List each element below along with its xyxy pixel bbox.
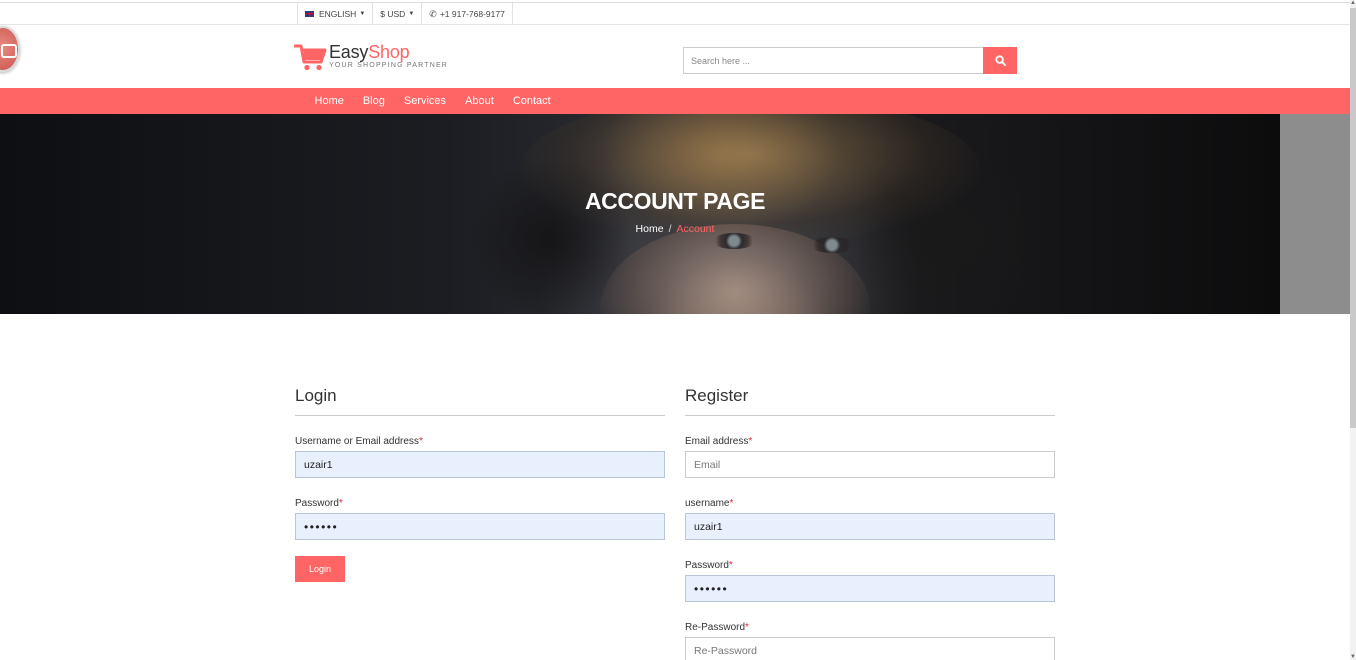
currency-label: $ USD <box>380 9 406 19</box>
currency-dropdown[interactable]: $ USD ▼ <box>373 3 423 25</box>
nav-item-home[interactable]: Home <box>305 88 353 114</box>
register-username-input[interactable] <box>685 513 1055 540</box>
nav-items: Home Blog Services About Contact <box>305 88 560 114</box>
phone-number: +1 917-768-9177 <box>439 9 505 19</box>
hero-side-strip <box>1280 114 1350 314</box>
search-input[interactable] <box>683 47 983 74</box>
language-label: ENGLISH <box>319 9 357 19</box>
register-heading: Register <box>685 386 1055 416</box>
register-username-label: username* <box>685 498 734 509</box>
logo-tagline: YOUR SHOPPING PARTNER <box>329 62 449 69</box>
breadcrumb-current: Account <box>676 223 715 235</box>
register-repassword-input[interactable] <box>685 637 1055 660</box>
page-scrollbar[interactable]: ▲ ▼ <box>1350 0 1356 660</box>
phone-link[interactable]: ✆ +1 917-768-9177 <box>422 3 513 25</box>
nav-item-services[interactable]: Services <box>394 88 455 114</box>
caret-down-icon: ▼ <box>359 11 366 17</box>
login-heading: Login <box>295 386 665 416</box>
hero-image-eye-right <box>810 237 854 253</box>
register-email-label: Email address* <box>685 436 753 447</box>
nav-item-contact[interactable]: Contact <box>503 88 560 114</box>
phone-icon: ✆ <box>429 8 437 19</box>
login-password-input[interactable] <box>295 513 665 540</box>
main-nav: Home Blog Services About Contact <box>0 88 1350 114</box>
register-password-label: Password* <box>685 560 733 571</box>
nav-item-blog[interactable]: Blog <box>353 88 394 114</box>
hero-image-eye-left <box>712 233 756 249</box>
scrollbar-thumb[interactable] <box>1350 8 1356 428</box>
login-username-label: Username or Email address* <box>295 436 423 447</box>
top-bar-items: ENGLISH ▼ $ USD ▼ ✆ +1 917-768-9177 <box>297 3 513 25</box>
logo-title: EasyShop <box>329 42 410 62</box>
search-button[interactable] <box>983 47 1017 74</box>
register-repassword-label: Re-Password* <box>685 622 749 633</box>
scroll-up-arrow-icon[interactable]: ▲ <box>1350 0 1356 6</box>
logo-text: EasyShop YOUR SHOPPING PARTNER <box>329 42 448 69</box>
register-form: Register Email address* username* Passwo… <box>685 386 1055 660</box>
login-username-input[interactable] <box>295 451 665 478</box>
login-button[interactable]: Login <box>295 556 345 582</box>
language-dropdown[interactable]: ENGLISH ▼ <box>297 3 374 25</box>
login-form: Login Username or Email address* Passwor… <box>295 386 665 582</box>
hero-banner: ACCOUNT PAGE Home / Account <box>0 114 1280 314</box>
breadcrumb-separator: / <box>668 223 672 235</box>
search-bar <box>683 47 1017 74</box>
login-password-label: Password* <box>295 498 343 509</box>
register-email-input[interactable] <box>685 451 1055 478</box>
shopping-cart-icon <box>293 42 328 72</box>
caret-down-icon: ▼ <box>408 11 415 17</box>
page-title: ACCOUNT PAGE <box>584 188 766 214</box>
scroll-down-arrow-icon[interactable]: ▼ <box>1350 654 1356 660</box>
search-icon <box>994 55 1006 66</box>
breadcrumb-home[interactable]: Home <box>636 223 664 235</box>
uk-flag-icon <box>305 11 314 17</box>
site-logo[interactable]: EasyShop YOUR SHOPPING PARTNER <box>293 42 448 72</box>
top-bar: ENGLISH ▼ $ USD ▼ ✆ +1 917-768-9177 <box>0 2 1350 25</box>
nav-item-about[interactable]: About <box>456 88 504 114</box>
register-password-input[interactable] <box>685 575 1055 602</box>
breadcrumb: Home / Account <box>0 223 1280 235</box>
floating-camera-button[interactable] <box>0 26 20 72</box>
